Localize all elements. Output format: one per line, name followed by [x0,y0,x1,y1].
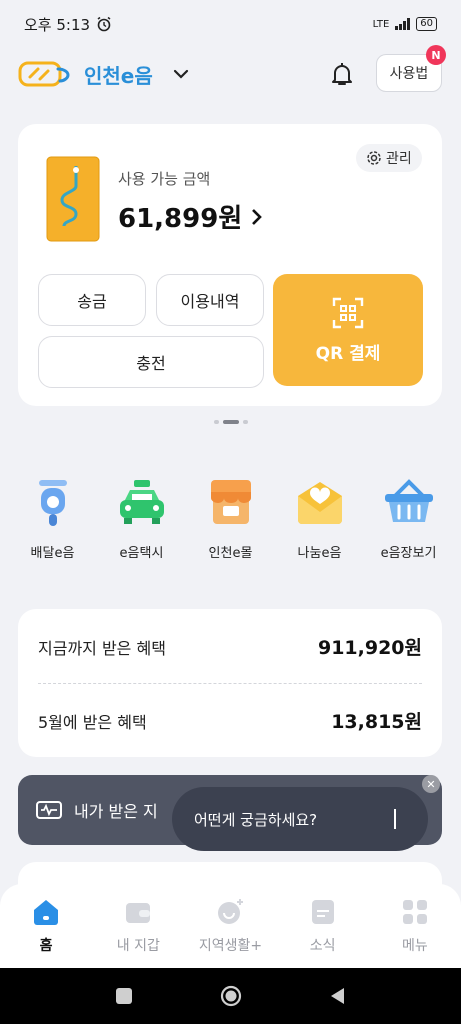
menu-item-mall[interactable]: 인천e몰 [186,474,275,561]
help-tooltip[interactable]: 어떤게 궁금하세요? [172,787,428,851]
close-icon[interactable]: ✕ [422,775,440,793]
menu-item-delivery[interactable]: 배달e음 [8,474,97,561]
wallet-icon [126,903,151,923]
signal-icon [395,18,411,30]
local-life-icon [218,899,244,924]
banner-text: 내가 받은 지 [74,802,158,821]
balance-card: 사용 가능 금액 61,899원 관리 송금 이용내역 충전 QR 결제 [18,124,442,406]
taxi-icon [119,480,164,524]
month-benefit-value: 13,815원 [331,711,422,733]
back-icon[interactable] [327,985,349,1007]
available-amount-label: 사용 가능 금액 [118,170,211,188]
menu-label: 인천e몰 [208,546,253,561]
menu-item-sharing[interactable]: 나눔e음 [275,474,364,561]
notification-badge: N [426,45,446,65]
eum-card-image [46,156,100,242]
heart-box-icon [297,482,342,524]
bottom-tab-bar: 홈 내 지갑 지역생활+ 소식 메뉴 [0,884,461,968]
home-icon [34,900,59,925]
tab-wallet[interactable]: 내 지갑 [92,897,184,955]
chevron-right-icon [252,208,263,225]
delivery-scooter-icon [38,480,67,526]
menu-label: e음택시 [119,546,164,561]
menu-item-taxi[interactable]: e음택시 [97,474,186,561]
month-benefit-row: 5월에 받은 혜택 13,815원 [38,707,422,734]
total-benefit-value: 911,920원 [317,637,422,659]
manage-label: 관리 [386,151,412,167]
usage-history-button[interactable]: 이용내역 [156,274,264,326]
balance-amount[interactable]: 61,899원 [118,198,264,235]
tab-label: 홈 [39,938,53,954]
receipt-icon [36,801,62,819]
brand-selector[interactable]: 인천e음 [18,59,189,89]
tab-label: 소식 [309,938,336,954]
balance-value: 61,899원 [118,204,243,234]
tab-label: 내 지갑 [116,938,160,954]
tab-label: 메뉴 [401,938,428,954]
app-header: 인천e음 사용법 N [0,45,461,100]
alarm-clock-icon [97,16,111,32]
status-time: 오후 5:13 [24,15,91,34]
chevron-down-icon[interactable] [173,66,189,82]
brand-name: 인천e음 [84,63,153,88]
home-button-icon[interactable] [220,985,242,1007]
menu-label: e음장보기 [380,546,437,561]
tab-home[interactable]: 홈 [0,897,92,955]
tab-local-life[interactable]: 지역생활+ [184,897,276,955]
news-icon [311,900,334,924]
total-benefit-row: 지금까지 받은 혜택 911,920원 [38,633,422,660]
gear-icon [367,151,381,165]
tab-news[interactable]: 소식 [277,897,369,955]
qr-pay-button[interactable]: QR 결제 [273,274,423,386]
shop-icon [210,480,251,524]
bell-icon[interactable] [328,60,356,88]
page-indicator [0,420,461,424]
recent-apps-icon[interactable] [113,985,135,1007]
network-label: LTE [372,18,390,30]
menu-label: 배달e음 [30,546,75,561]
qr-code-icon [332,297,364,328]
menu-grid-icon [402,900,427,924]
total-benefit-label: 지금까지 받은 혜택 [38,638,166,658]
battery-icon: 60 [416,17,437,31]
tab-label: 지역생활+ [198,938,263,954]
divider [38,683,422,684]
menu-item-groceries[interactable]: e음장보기 [364,474,453,561]
benefits-card[interactable]: 지금까지 받은 혜택 911,920원 5월에 받은 혜택 13,815원 [18,609,442,757]
manage-button[interactable]: 관리 [356,144,422,172]
charge-button[interactable]: 충전 [38,336,264,388]
tooltip-text: 어떤게 궁금하세요? [194,810,318,829]
service-menu: 배달e음 e음택시 인천e몰 나눔e음 e음장보기 [8,474,453,561]
month-benefit-label: 5월에 받은 혜택 [38,712,147,732]
status-bar: 오후 5:13 LTE 60 [0,0,461,48]
tab-menu[interactable]: 메뉴 [369,897,461,955]
send-money-button[interactable]: 송금 [38,274,146,326]
system-navigation-bar [0,968,461,1024]
tooltip-cursor [394,809,396,829]
qr-pay-label: QR 결제 [315,343,381,364]
menu-label: 나눔e음 [297,546,342,561]
basket-icon [384,479,433,522]
incheon-eum-logo-icon [18,61,70,87]
